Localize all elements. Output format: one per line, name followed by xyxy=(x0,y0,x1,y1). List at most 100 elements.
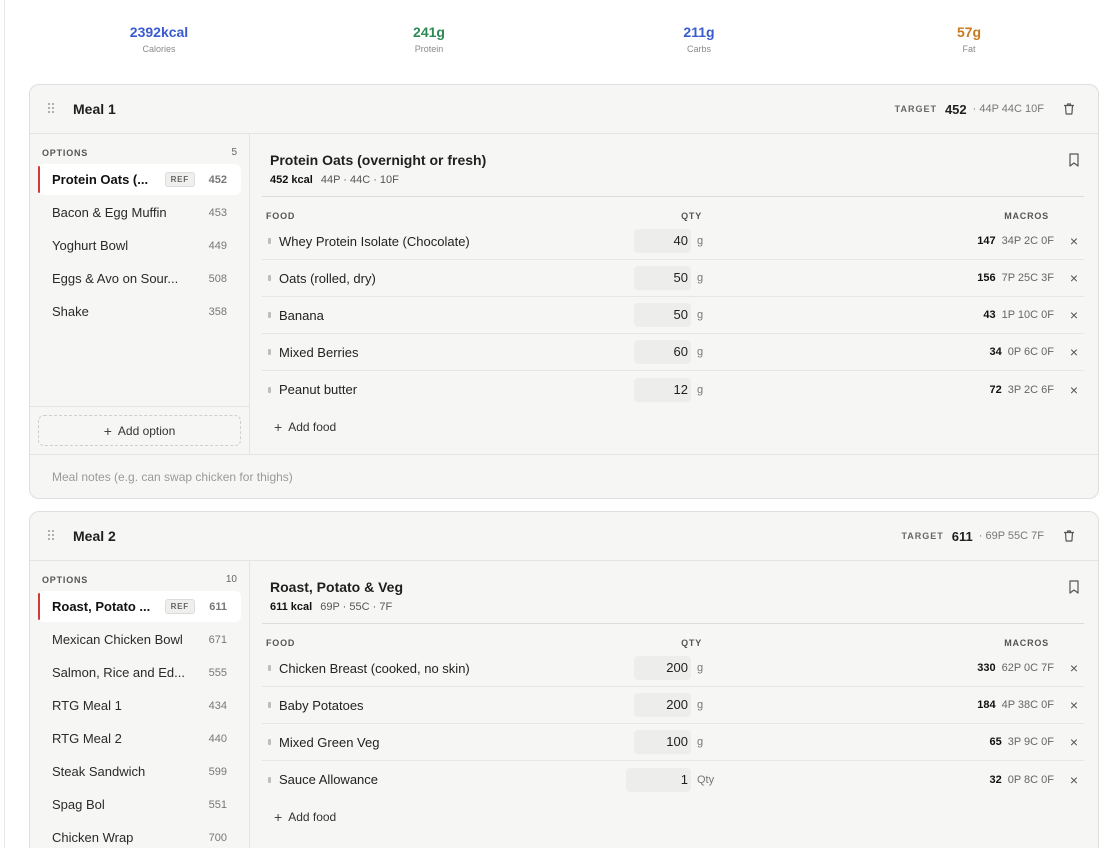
food-row: Baby Potatoes 200 g 184 4P 38C 0F × xyxy=(262,687,1084,724)
option-kcal: 358 xyxy=(208,305,227,318)
remove-food-icon[interactable]: × xyxy=(1054,734,1084,750)
food-macros: 65 3P 9C 0F xyxy=(719,736,1054,748)
qty-input[interactable]: 60 xyxy=(634,340,691,364)
option-name: Yoghurt Bowl xyxy=(52,238,129,253)
options-header: OPTIONS 5 xyxy=(30,134,249,158)
food-name[interactable]: Whey Protein Isolate (Chocolate) xyxy=(279,234,634,249)
qty-unit: Qty xyxy=(697,773,715,786)
option-item[interactable]: Chicken Wrap 700 xyxy=(38,822,241,848)
option-item[interactable]: Yoghurt Bowl 449 xyxy=(38,230,241,261)
row-drag-handle-icon[interactable] xyxy=(268,275,271,281)
row-drag-handle-icon[interactable] xyxy=(268,776,271,783)
stat-value: 2392kcal xyxy=(129,24,189,40)
food-name[interactable]: Chicken Breast (cooked, no skin) xyxy=(279,661,634,676)
row-drag-handle-icon[interactable] xyxy=(268,312,271,318)
qty-input[interactable]: 200 xyxy=(634,656,691,680)
qty-input[interactable]: 50 xyxy=(634,266,691,290)
drag-handle-icon[interactable] xyxy=(48,103,56,115)
food-macro-split: 62P 0C 7F xyxy=(1001,662,1054,674)
option-item[interactable]: Shake 358 xyxy=(38,296,241,327)
option-item[interactable]: RTG Meal 2 440 xyxy=(38,723,241,754)
bookmark-icon[interactable] xyxy=(1068,580,1080,594)
meal-title[interactable]: Meal 2 xyxy=(73,528,116,544)
option-item[interactable]: RTG Meal 1 434 xyxy=(38,690,241,721)
trash-icon[interactable] xyxy=(1062,529,1076,543)
row-drag-handle-icon[interactable] xyxy=(268,349,271,355)
col-qty: QTY xyxy=(681,211,702,221)
food-name[interactable]: Peanut butter xyxy=(279,382,634,397)
stat-label: Calories xyxy=(142,44,176,54)
remove-food-icon[interactable]: × xyxy=(1054,233,1084,249)
qty-input[interactable]: 40 xyxy=(634,229,691,253)
row-drag-handle-icon[interactable] xyxy=(268,238,271,244)
qty-input[interactable]: 200 xyxy=(634,693,691,717)
remove-food-icon[interactable]: × xyxy=(1054,344,1084,360)
option-kcal: 611 xyxy=(209,600,227,613)
qty-input[interactable]: 100 xyxy=(634,730,691,754)
food-row: Peanut butter 12 g 72 3P 2C 6F × xyxy=(262,371,1084,408)
add-food-button[interactable]: + Add food xyxy=(262,798,1084,836)
meal-title[interactable]: Meal 1 xyxy=(73,101,116,117)
option-name: Mexican Chicken Bowl xyxy=(52,632,183,647)
food-name[interactable]: Oats (rolled, dry) xyxy=(279,271,634,286)
option-item[interactable]: Protein Oats (... REF 452 xyxy=(38,164,241,195)
qty-input[interactable]: 50 xyxy=(634,303,691,327)
remove-food-icon[interactable]: × xyxy=(1054,307,1084,323)
food-name[interactable]: Sauce Allowance xyxy=(279,772,634,787)
food-name[interactable]: Baby Potatoes xyxy=(279,698,634,713)
add-food-button[interactable]: + Add food xyxy=(262,408,1084,446)
option-kcal: 434 xyxy=(208,699,227,712)
row-drag-handle-icon[interactable] xyxy=(268,386,271,393)
row-drag-handle-icon[interactable] xyxy=(268,702,271,708)
option-item[interactable]: Mexican Chicken Bowl 671 xyxy=(38,624,241,655)
meal-notes-input[interactable]: Meal notes (e.g. can swap chicken for th… xyxy=(30,454,1098,498)
food-macro-split: 1P 10C 0F xyxy=(1001,309,1054,321)
food-name[interactable]: Mixed Green Veg xyxy=(279,735,634,750)
row-drag-handle-icon[interactable] xyxy=(268,739,271,745)
target-kcal: 452 xyxy=(944,101,967,117)
remove-food-icon[interactable]: × xyxy=(1054,772,1084,788)
option-item[interactable]: Spag Bol 551 xyxy=(38,789,241,820)
option-item[interactable]: Roast, Potato ... REF 611 xyxy=(38,591,241,622)
page-left-rule xyxy=(4,0,5,848)
qty-unit: g xyxy=(697,699,704,711)
detail-macros: 44P · 44C · 10F xyxy=(320,174,399,186)
option-name: Steak Sandwich xyxy=(52,764,146,779)
option-kcal: 551 xyxy=(208,798,227,811)
qty-input[interactable]: 1 xyxy=(626,767,691,792)
food-name[interactable]: Banana xyxy=(279,308,634,323)
food-macro-split: 3P 2C 6F xyxy=(1007,383,1054,396)
option-item[interactable]: Bacon & Egg Muffin 453 xyxy=(38,197,241,228)
row-drag-handle-icon[interactable] xyxy=(268,665,271,671)
food-macros: 147 34P 2C 0F xyxy=(719,235,1054,247)
food-macros: 43 1P 10C 0F xyxy=(719,309,1054,321)
remove-food-icon[interactable]: × xyxy=(1054,270,1084,286)
food-row: Chicken Breast (cooked, no skin) 200 g 3… xyxy=(262,650,1084,687)
food-kcal: 32 xyxy=(989,773,1002,786)
option-kcal: 508 xyxy=(208,272,227,285)
option-item[interactable]: Steak Sandwich 599 xyxy=(38,756,241,787)
option-name: Bacon & Egg Muffin xyxy=(52,205,167,220)
col-qty: QTY xyxy=(681,638,702,648)
qty-input[interactable]: 12 xyxy=(634,377,691,402)
food-name[interactable]: Mixed Berries xyxy=(279,345,634,360)
food-macros: 184 4P 38C 0F xyxy=(719,699,1054,711)
trash-icon[interactable] xyxy=(1062,102,1076,116)
drag-handle-icon[interactable] xyxy=(48,530,56,542)
remove-food-icon[interactable]: × xyxy=(1054,697,1084,713)
add-option-button[interactable]: + Add option xyxy=(38,415,241,446)
option-kcal: 452 xyxy=(208,173,227,186)
remove-food-icon[interactable]: × xyxy=(1054,660,1084,676)
remove-food-icon[interactable]: × xyxy=(1054,382,1084,398)
options-label: OPTIONS xyxy=(42,148,89,158)
option-item[interactable]: Salmon, Rice and Ed... 555 xyxy=(38,657,241,688)
add-food-label: Add food xyxy=(288,810,337,824)
option-kcal: 449 xyxy=(208,239,227,252)
options-count: 5 xyxy=(231,147,237,158)
target-label: TARGET xyxy=(894,104,937,114)
plus-icon: + xyxy=(103,422,112,439)
target-macros: · 69P 55C 7F xyxy=(978,530,1044,542)
stat-value: 241g xyxy=(413,24,445,40)
option-item[interactable]: Eggs & Avo on Sour... 508 xyxy=(38,263,241,294)
bookmark-icon[interactable] xyxy=(1068,153,1080,167)
